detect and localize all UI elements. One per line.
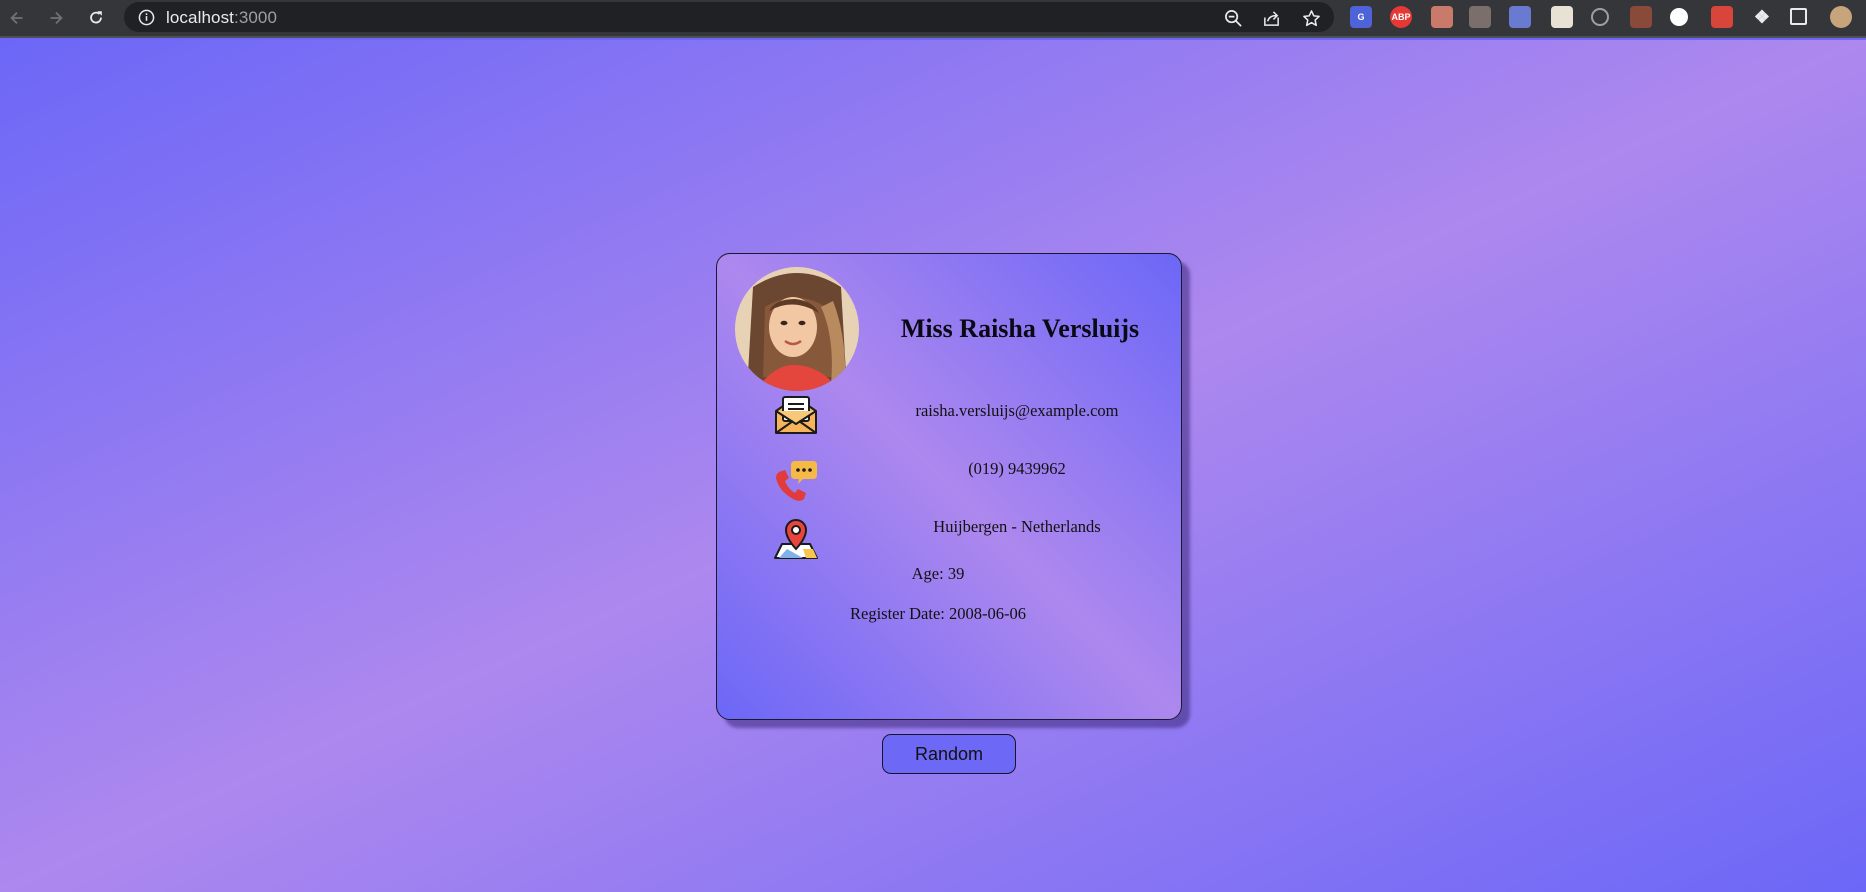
profile-avatar-icon[interactable]: [1830, 6, 1852, 28]
age-text: Age: 39: [911, 564, 965, 583]
info-icon[interactable]: [137, 8, 155, 26]
pen-extension-icon[interactable]: [1509, 6, 1531, 28]
url-host: localhost: [166, 8, 234, 27]
adblock-plus-icon[interactable]: ABP: [1390, 6, 1412, 28]
bug-extension-icon[interactable]: [1711, 6, 1733, 28]
page-background: Miss Raisha Versluijs raisha.versluijs@e…: [0, 40, 1866, 892]
glasses-extension-icon[interactable]: [1431, 6, 1453, 28]
user-name: Miss Raisha Versluijs: [900, 314, 1140, 343]
avatar-photo: [735, 267, 859, 391]
star-icon: [1302, 9, 1320, 26]
puzzle-extensions-icon[interactable]: ❖: [1751, 6, 1773, 28]
share-button[interactable]: [1260, 7, 1282, 29]
github-extension-icon[interactable]: [1670, 8, 1688, 26]
email-envelope-icon: [773, 391, 819, 437]
back-button[interactable]: [4, 5, 30, 31]
random-button[interactable]: Random: [882, 734, 1016, 774]
register-date-text: Register Date: 2008-06-06: [850, 604, 1026, 623]
forward-button[interactable]: [43, 5, 69, 31]
ninja-extension-icon[interactable]: [1630, 6, 1652, 28]
zoom-out-icon: [1224, 9, 1242, 27]
side-panel-icon[interactable]: [1790, 8, 1807, 25]
google-translate-icon[interactable]: G: [1350, 6, 1372, 28]
url-port: :3000: [234, 8, 278, 27]
arrow-right-icon: [50, 11, 63, 25]
email-text: raisha.versluijs@example.com: [915, 401, 1119, 420]
reload-button[interactable]: [83, 5, 109, 31]
location-text: Huijbergen - Netherlands: [933, 517, 1101, 536]
zoom-button[interactable]: [1222, 7, 1244, 29]
browser-toolbar: localhost:3000 G ABP ❖: [0, 0, 1866, 38]
compass-extension-icon[interactable]: [1591, 8, 1609, 26]
reload-icon: [90, 11, 102, 24]
phone-chat-icon: [773, 458, 819, 504]
arrow-left-icon: [10, 11, 23, 25]
address-bar[interactable]: localhost:3000: [124, 2, 1334, 32]
figure-extension-icon[interactable]: [1469, 6, 1491, 28]
bookmark-button[interactable]: [1300, 7, 1322, 29]
phone-text: (019) 9439962: [968, 459, 1066, 478]
avatar: [735, 267, 859, 391]
url-text[interactable]: localhost:3000: [166, 8, 277, 28]
map-pin-icon: [773, 516, 819, 562]
user-card: Miss Raisha Versluijs raisha.versluijs@e…: [716, 253, 1182, 720]
calendar-extension-icon[interactable]: [1551, 6, 1573, 28]
share-icon: [1263, 10, 1279, 26]
